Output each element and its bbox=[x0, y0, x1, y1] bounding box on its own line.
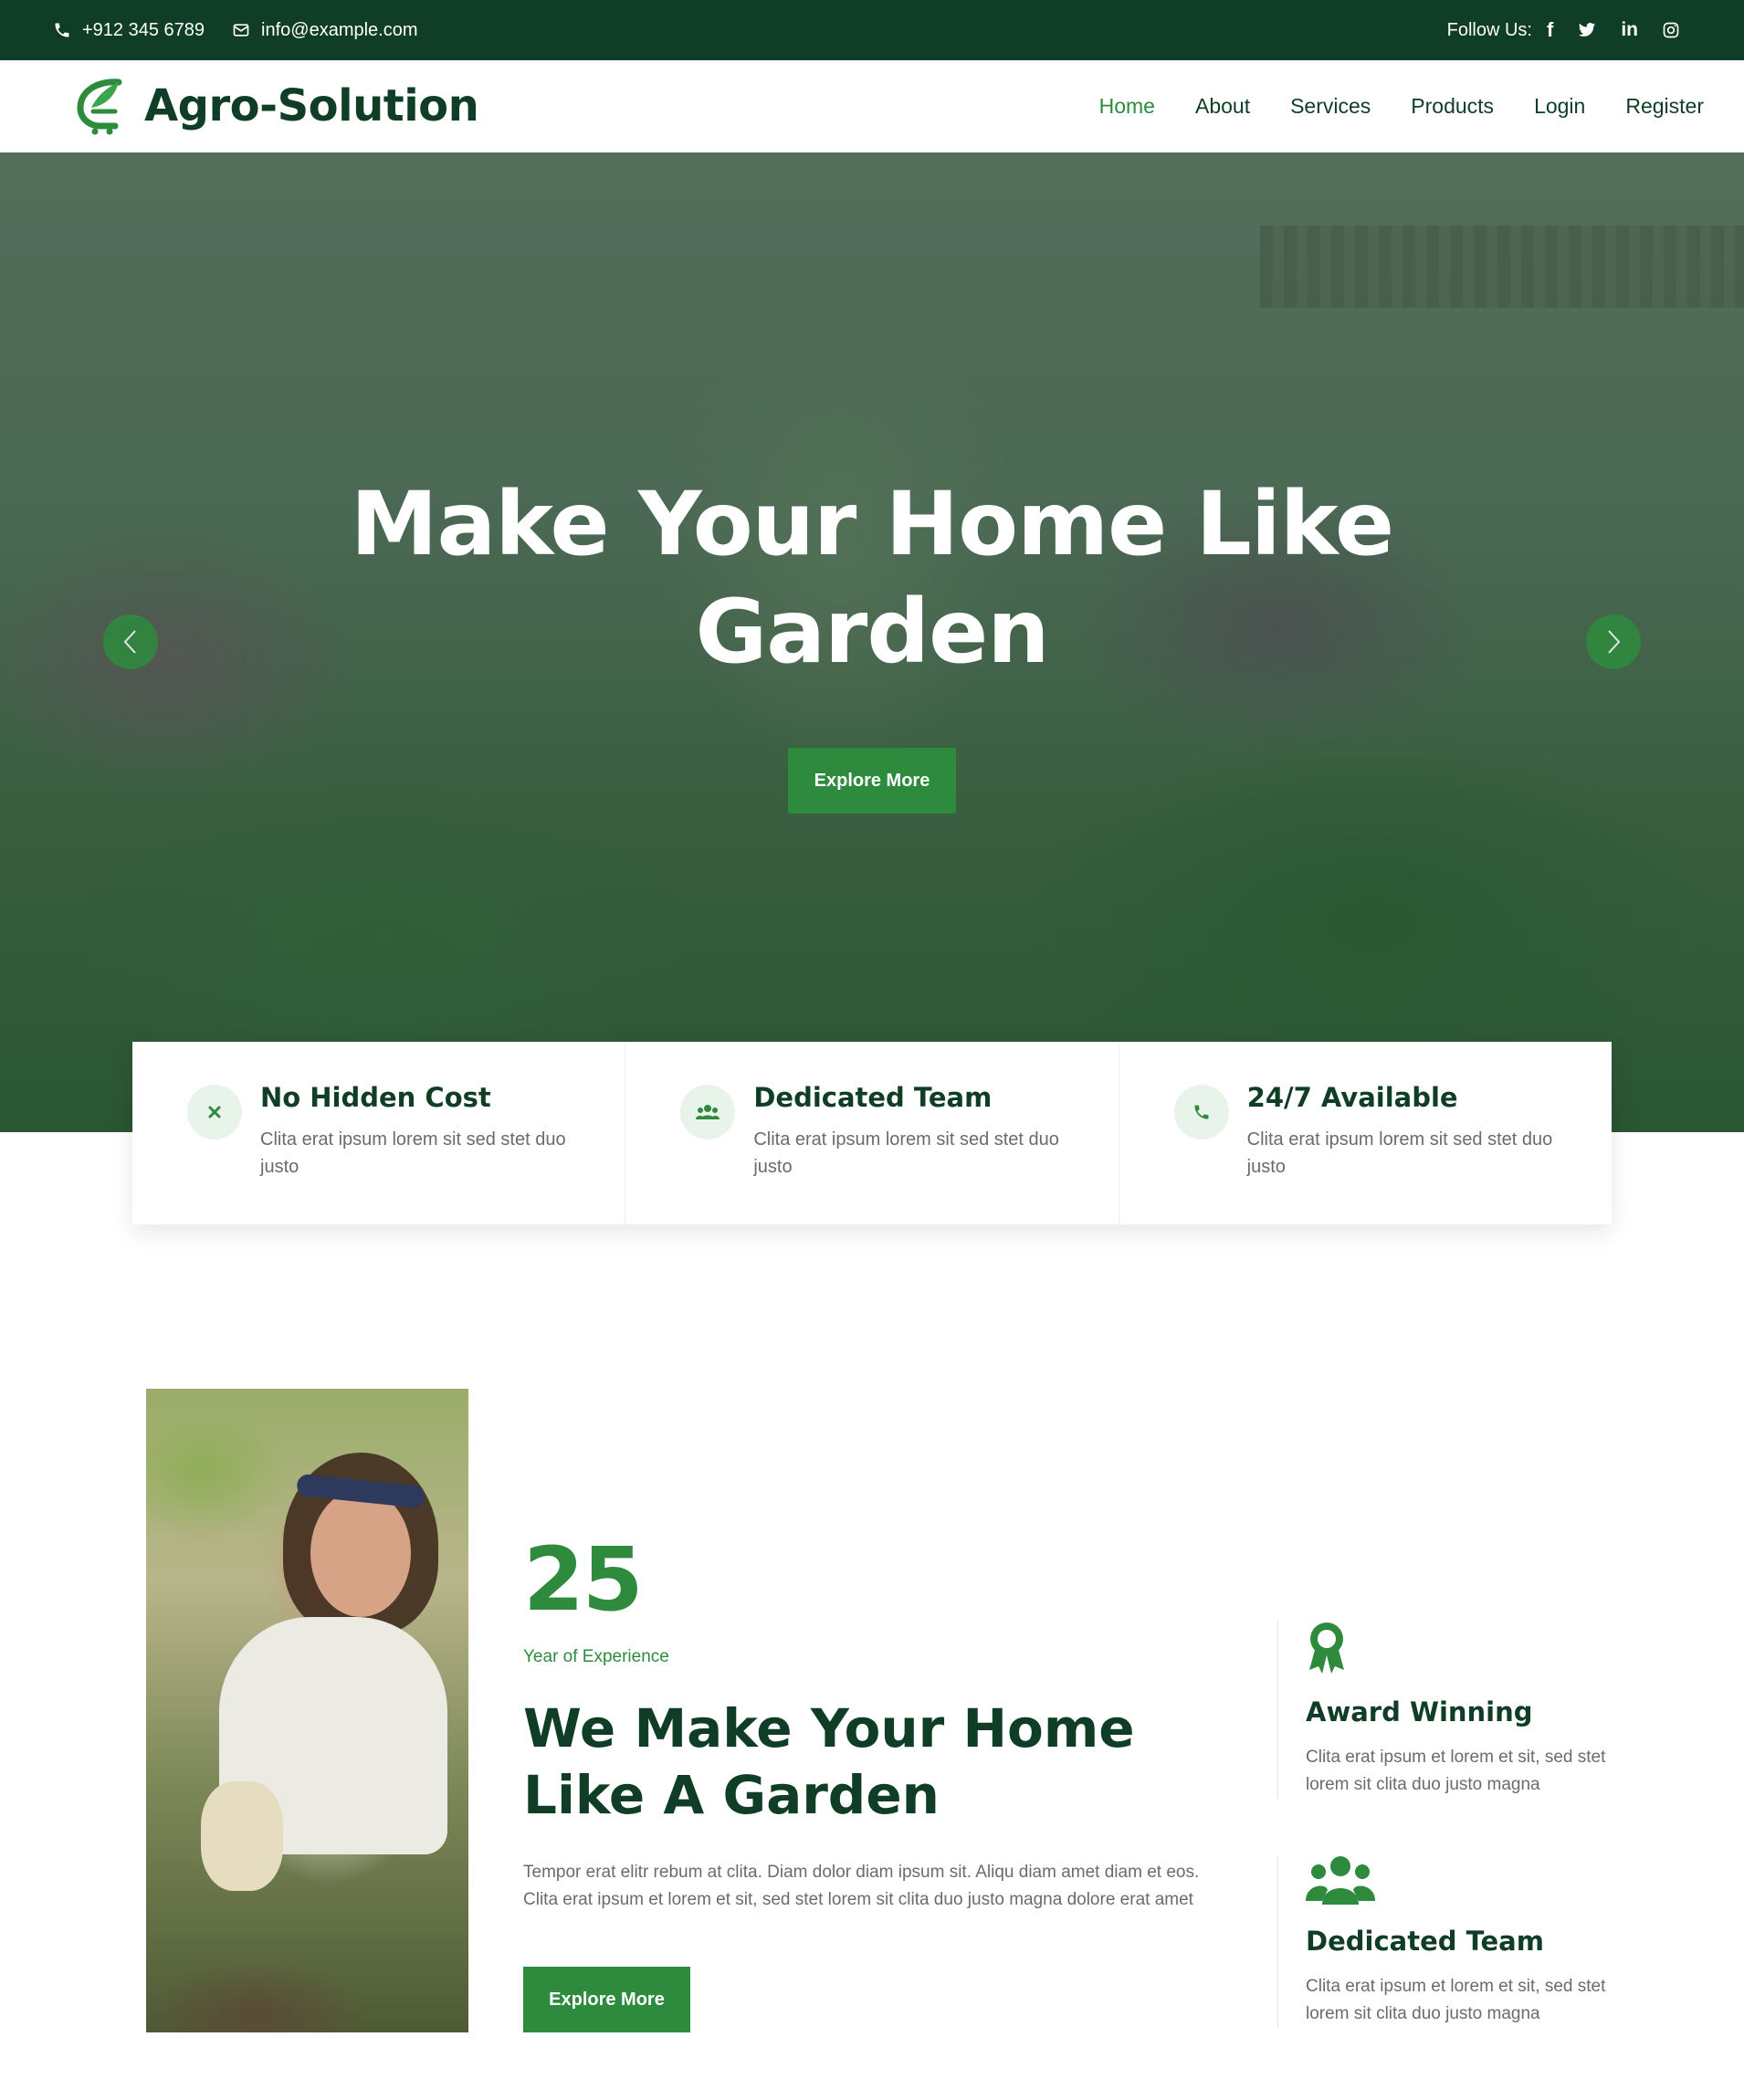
about-image-shape bbox=[310, 1489, 411, 1617]
nav-products[interactable]: Products bbox=[1411, 94, 1494, 119]
feature-text: Clita erat ipsum lorem sit sed stet duo … bbox=[753, 1129, 1059, 1177]
hero-carousel: Make Your Home Like Garden Explore More bbox=[0, 152, 1744, 1132]
main-navbar: Agro-Solution Home About Services Produc… bbox=[0, 60, 1744, 152]
email-text: info@example.com bbox=[261, 19, 418, 40]
phone-icon bbox=[55, 23, 69, 37]
about-image bbox=[146, 1389, 468, 2032]
side-item-text: Clita erat ipsum et lorem et sit, sed st… bbox=[1306, 1977, 1606, 2023]
phone-icon bbox=[1173, 1085, 1229, 1139]
envelope-icon bbox=[233, 24, 249, 37]
feature-title: No Hidden Cost bbox=[260, 1082, 491, 1113]
hero-title: Make Your Home Like Garden bbox=[0, 470, 1744, 686]
feature-title: Dedicated Team bbox=[753, 1082, 993, 1113]
feature-text: Clita erat ipsum lorem sit sed stet duo … bbox=[1246, 1129, 1553, 1177]
facebook-icon[interactable]: f bbox=[1547, 18, 1553, 42]
chevron-left-icon bbox=[123, 630, 136, 654]
hero-explore-button[interactable]: Explore More bbox=[788, 748, 956, 814]
about-image-shape bbox=[201, 1781, 283, 1891]
instagram-icon[interactable] bbox=[1662, 21, 1680, 39]
experience-label: Year of Experience bbox=[523, 1647, 669, 1666]
feature-card: No Hidden Cost Clita erat ipsum lorem si… bbox=[132, 1042, 626, 1224]
feature-card: 24/7 Available Clita erat ipsum lorem si… bbox=[1119, 1042, 1612, 1224]
team-icon bbox=[1306, 1856, 1375, 1905]
chevron-right-icon bbox=[1608, 630, 1621, 654]
side-item-title: Dedicated Team bbox=[1306, 1926, 1544, 1957]
contact-phone[interactable]: +912 345 6789 bbox=[53, 20, 205, 41]
brand-name: Agro-Solution bbox=[144, 80, 479, 131]
side-item-title: Award Winning bbox=[1306, 1696, 1533, 1727]
feature-card: Dedicated Team Clita erat ipsum lorem si… bbox=[625, 1042, 1119, 1224]
feature-title: 24/7 Available bbox=[1246, 1082, 1458, 1113]
about-text: Tempor erat elitr rebum at clita. Diam d… bbox=[523, 1863, 1200, 1909]
nav-menu: Home About Services Products Login Regis… bbox=[1099, 60, 1704, 152]
side-item-text: Clita erat ipsum et lorem et sit, sed st… bbox=[1306, 1748, 1606, 1794]
feature-cards: No Hidden Cost Clita erat ipsum lorem si… bbox=[132, 1042, 1612, 1224]
about-title: We Make Your Home Like A Garden bbox=[523, 1697, 1135, 1826]
linkedin-icon[interactable]: in bbox=[1621, 19, 1638, 41]
hero-title-line2: Garden bbox=[695, 581, 1049, 683]
award-icon bbox=[1309, 1622, 1344, 1674]
nav-services[interactable]: Services bbox=[1290, 94, 1371, 119]
top-bar: +912 345 6789 info@example.com Follow Us… bbox=[0, 0, 1744, 60]
nav-register[interactable]: Register bbox=[1625, 94, 1704, 119]
nav-about[interactable]: About bbox=[1195, 94, 1250, 119]
nav-login[interactable]: Login bbox=[1534, 94, 1585, 119]
nav-home[interactable]: Home bbox=[1099, 94, 1155, 119]
twitter-icon[interactable] bbox=[1577, 21, 1597, 39]
dedicated-team-item: Dedicated Team Clita erat ipsum et lorem… bbox=[1277, 1855, 1624, 2028]
phone-text: +912 345 6789 bbox=[82, 19, 205, 40]
award-winning-item: Award Winning Clita erat ipsum et lorem … bbox=[1277, 1621, 1624, 1799]
hero-title-line1: Make Your Home Like bbox=[350, 473, 1394, 575]
carousel-prev-button[interactable] bbox=[103, 614, 158, 669]
experience-years: 25 bbox=[523, 1528, 644, 1631]
feature-text: Clita erat ipsum lorem sit sed stet duo … bbox=[260, 1129, 566, 1177]
follow-label: Follow Us: bbox=[1446, 19, 1532, 40]
about-explore-button[interactable]: Explore More bbox=[523, 1967, 690, 2032]
users-icon bbox=[680, 1085, 736, 1139]
brand-logo-link[interactable]: Agro-Solution bbox=[73, 77, 479, 135]
contact-email[interactable]: info@example.com bbox=[232, 19, 418, 41]
x-icon bbox=[187, 1085, 242, 1139]
carousel-next-button[interactable] bbox=[1586, 614, 1641, 669]
leaf-cart-logo-icon bbox=[77, 79, 122, 135]
